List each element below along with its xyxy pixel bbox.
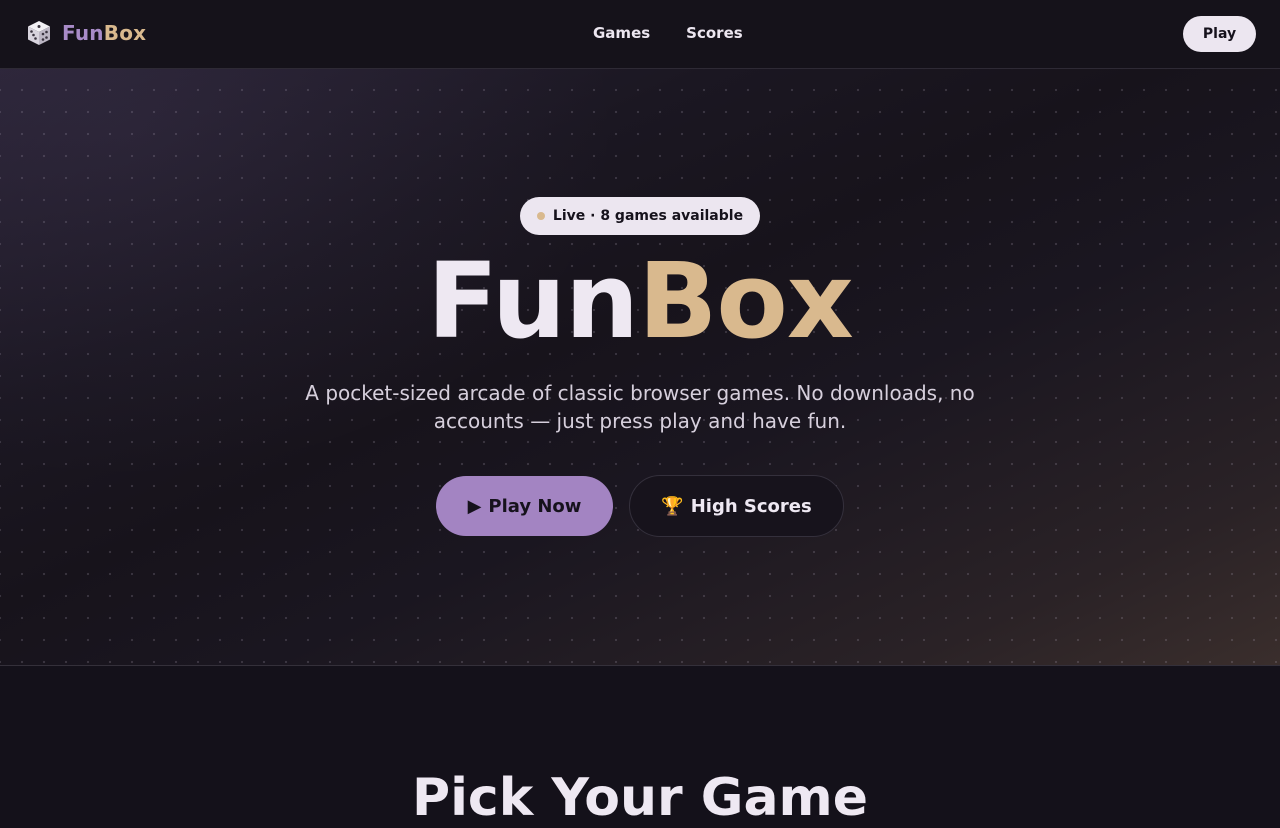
high-scores-label: High Scores [690, 495, 812, 517]
brand-name-part2: Box [103, 21, 147, 45]
hero-title-part1: Fun [427, 240, 639, 362]
brand-name-part1: Fun [62, 21, 104, 45]
status-badge-text: Live · 8 games available [552, 208, 744, 224]
nav-link-games[interactable]: Games [593, 24, 650, 42]
brand-logo[interactable]: FunBox [25, 19, 146, 47]
trophy-icon: 🏆 [661, 495, 684, 517]
play-now-label: Play Now [488, 495, 582, 517]
nav-link-scores[interactable]: Scores [686, 24, 743, 42]
hero-subtitle: A pocket-sized arcade of classic browser… [305, 381, 975, 433]
hero-title: FunBox [0, 249, 1280, 353]
nav-play-button[interactable]: Play [1183, 16, 1256, 52]
hero-title-part2: Box [638, 240, 854, 362]
status-badge: Live · 8 games available [520, 197, 760, 235]
play-icon: ▶ [467, 495, 482, 517]
nav-links: Games Scores [593, 24, 743, 42]
hero-section: Live · 8 games available FunBox A pocket… [0, 69, 1280, 666]
brand-name: FunBox [62, 21, 146, 45]
high-scores-button[interactable]: 🏆 High Scores [629, 475, 844, 537]
dice-icon [28, 21, 50, 45]
section-title: Pick Your Game [411, 768, 869, 828]
hero-dot-pattern [0, 69, 1280, 665]
top-nav: FunBox Games Scores Play [0, 0, 1280, 69]
live-dot-icon [536, 212, 545, 220]
play-now-button[interactable]: ▶ Play Now [436, 476, 613, 536]
